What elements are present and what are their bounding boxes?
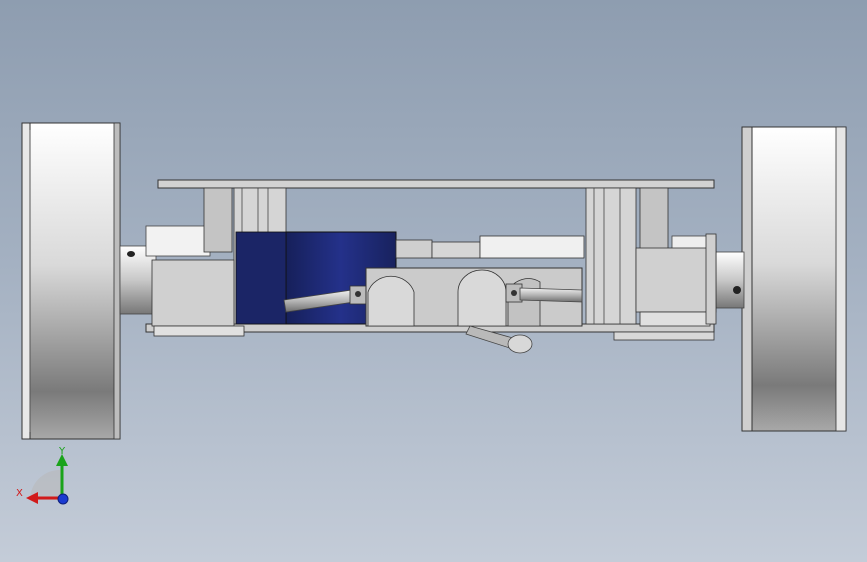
cad-viewport[interactable]: Y X: [0, 0, 867, 562]
right-wheel[interactable]: [741, 126, 847, 432]
top-plate: [157, 179, 715, 189]
z-axis-dot: [57, 493, 69, 505]
left-wheel[interactable]: [21, 122, 121, 440]
gearbox[interactable]: [365, 235, 585, 327]
y-axis-label: Y: [58, 446, 66, 457]
axis-triad: Y X: [16, 446, 69, 505]
right-frame: [585, 187, 717, 341]
x-axis-label: X: [16, 488, 23, 499]
